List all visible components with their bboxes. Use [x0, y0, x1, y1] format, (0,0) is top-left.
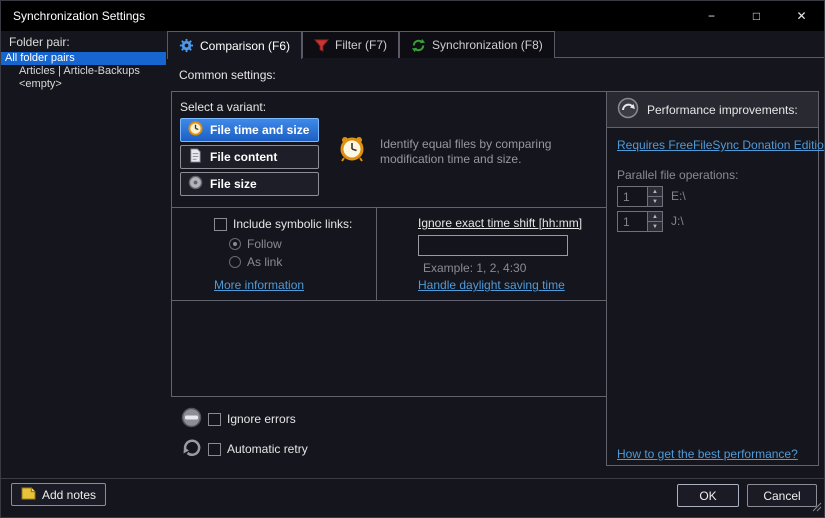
tab-filter-label: Filter (F7): [335, 38, 387, 52]
filter-funnel-icon: [314, 38, 329, 53]
tab-comparison-label: Comparison (F6): [200, 39, 290, 53]
folder-pair-item-all[interactable]: All folder pairs: [1, 52, 166, 65]
tab-synchronization[interactable]: Synchronization (F8): [399, 31, 555, 58]
variant-file-time-size-button[interactable]: File time and size: [180, 118, 319, 142]
variant-file-size-label: File size: [210, 177, 257, 191]
note-icon: [21, 486, 36, 504]
more-information-link[interactable]: More information: [214, 278, 304, 292]
variant-file-time-size-label: File time and size: [210, 123, 309, 137]
disk-icon: [188, 175, 203, 193]
spinner-arrows-e[interactable]: ▲▼: [647, 187, 662, 206]
tab-bar: Comparison (F6) Filter (F7) Synchronizat…: [167, 31, 555, 58]
donation-edition-link[interactable]: Requires FreeFileSync Donation Edition: [617, 138, 825, 152]
resize-grip-icon[interactable]: [810, 500, 822, 515]
ignore-errors-icon: [181, 407, 202, 431]
time-shift-label: Ignore exact time shift [hh:mm]: [418, 216, 582, 230]
close-button[interactable]: ✕: [779, 1, 824, 31]
drive-j-label: J:\: [671, 214, 684, 228]
empty-panel: [171, 300, 607, 397]
footer-divider: [1, 478, 824, 479]
tab-comparison[interactable]: Comparison (F6): [167, 31, 302, 59]
synchronization-settings-dialog: Synchronization Settings − □ ✕ Folder pa…: [0, 0, 825, 518]
variant-panel: Select a variant: File time and size: [171, 91, 607, 208]
common-settings-label: Common settings:: [179, 68, 276, 82]
window-controls: − □ ✕: [689, 1, 824, 31]
time-shift-panel: Ignore exact time shift [hh:mm] Example:…: [376, 207, 607, 301]
spinner-down-icon[interactable]: ▼: [648, 197, 662, 206]
spinner-up-icon[interactable]: ▲: [648, 212, 662, 222]
variant-description: Identify equal files by comparing modifi…: [380, 137, 595, 167]
spinner-arrows-j[interactable]: ▲▼: [647, 212, 662, 231]
more-information-row: More information: [214, 278, 304, 292]
folder-pair-item-articles[interactable]: Articles | Article-Backups: [1, 65, 166, 78]
aslink-radio-label: As link: [247, 255, 282, 269]
add-notes-button[interactable]: Add notes: [11, 483, 106, 506]
dst-row: Handle daylight saving time: [418, 278, 565, 292]
document-icon: [188, 148, 203, 166]
time-shift-example: Example: 1, 2, 4:30: [423, 261, 526, 275]
folder-pair-list: All folder pairs Articles | Article-Back…: [1, 52, 166, 91]
sync-arrows-icon: [411, 38, 426, 53]
symlinks-panel: Include symbolic links: Follow As link M…: [171, 207, 377, 301]
follow-radio-row[interactable]: Follow: [229, 237, 282, 251]
ok-label: OK: [699, 489, 716, 503]
performance-panel: Performance improvements: Requires FreeF…: [606, 91, 819, 466]
spinner-up-icon[interactable]: ▲: [648, 187, 662, 197]
cancel-button[interactable]: Cancel: [747, 484, 817, 507]
include-symlinks-label: Include symbolic links:: [233, 217, 352, 231]
parallel-spinner-e-value: 1: [618, 187, 647, 206]
clock-icon: [188, 121, 203, 139]
tab-filter[interactable]: Filter (F7): [302, 31, 399, 58]
performance-header: Performance improvements:: [607, 92, 818, 128]
drive-e-label: E:\: [671, 189, 686, 203]
automatic-retry-row[interactable]: Automatic retry: [181, 437, 308, 461]
tab-synchronization-label: Synchronization (F8): [432, 38, 543, 52]
include-symlinks-row[interactable]: Include symbolic links:: [214, 217, 352, 231]
best-performance-row: How to get the best performance?: [617, 447, 798, 461]
variant-file-size-button[interactable]: File size: [180, 172, 319, 196]
select-variant-label: Select a variant:: [180, 100, 266, 114]
ignore-errors-row[interactable]: Ignore errors: [181, 407, 296, 431]
parallel-spinner-j[interactable]: 1 ▲▼: [617, 211, 663, 232]
parallel-operations-label: Parallel file operations:: [617, 168, 738, 182]
folder-pair-label: Folder pair:: [9, 35, 70, 49]
follow-radio-label: Follow: [247, 237, 282, 251]
aslink-radio-row[interactable]: As link: [229, 255, 282, 269]
spinner-down-icon[interactable]: ▼: [648, 222, 662, 231]
donation-row: Requires FreeFileSync Donation Edition: [617, 138, 825, 152]
ignore-errors-checkbox[interactable]: [208, 413, 221, 426]
folder-pair-item-empty[interactable]: <empty>: [1, 78, 166, 91]
dst-link[interactable]: Handle daylight saving time: [418, 278, 565, 292]
automatic-retry-label: Automatic retry: [227, 442, 308, 456]
ignore-errors-label: Ignore errors: [227, 412, 296, 426]
variant-file-content-label: File content: [210, 150, 277, 164]
parallel-spinner-j-value: 1: [618, 212, 647, 231]
alarm-clock-icon: [338, 135, 366, 166]
comparison-gear-icon: [179, 38, 194, 53]
titlebar: Synchronization Settings − □ ✕: [1, 1, 824, 31]
add-notes-label: Add notes: [42, 488, 96, 502]
window-title: Synchronization Settings: [13, 9, 145, 23]
aslink-radio[interactable]: [229, 256, 241, 268]
performance-header-label: Performance improvements:: [647, 103, 798, 117]
parallel-spinner-e[interactable]: 1 ▲▼: [617, 186, 663, 207]
cancel-label: Cancel: [763, 489, 800, 503]
minimize-button[interactable]: −: [689, 1, 734, 31]
variant-file-content-button[interactable]: File content: [180, 145, 319, 169]
include-symlinks-checkbox[interactable]: [214, 218, 227, 231]
best-performance-link[interactable]: How to get the best performance?: [617, 447, 798, 461]
performance-icon: [617, 97, 639, 122]
follow-radio[interactable]: [229, 238, 241, 250]
maximize-button[interactable]: □: [734, 1, 779, 31]
automatic-retry-icon: [181, 437, 202, 461]
ok-button[interactable]: OK: [677, 484, 739, 507]
time-shift-input[interactable]: [418, 235, 568, 256]
automatic-retry-checkbox[interactable]: [208, 443, 221, 456]
